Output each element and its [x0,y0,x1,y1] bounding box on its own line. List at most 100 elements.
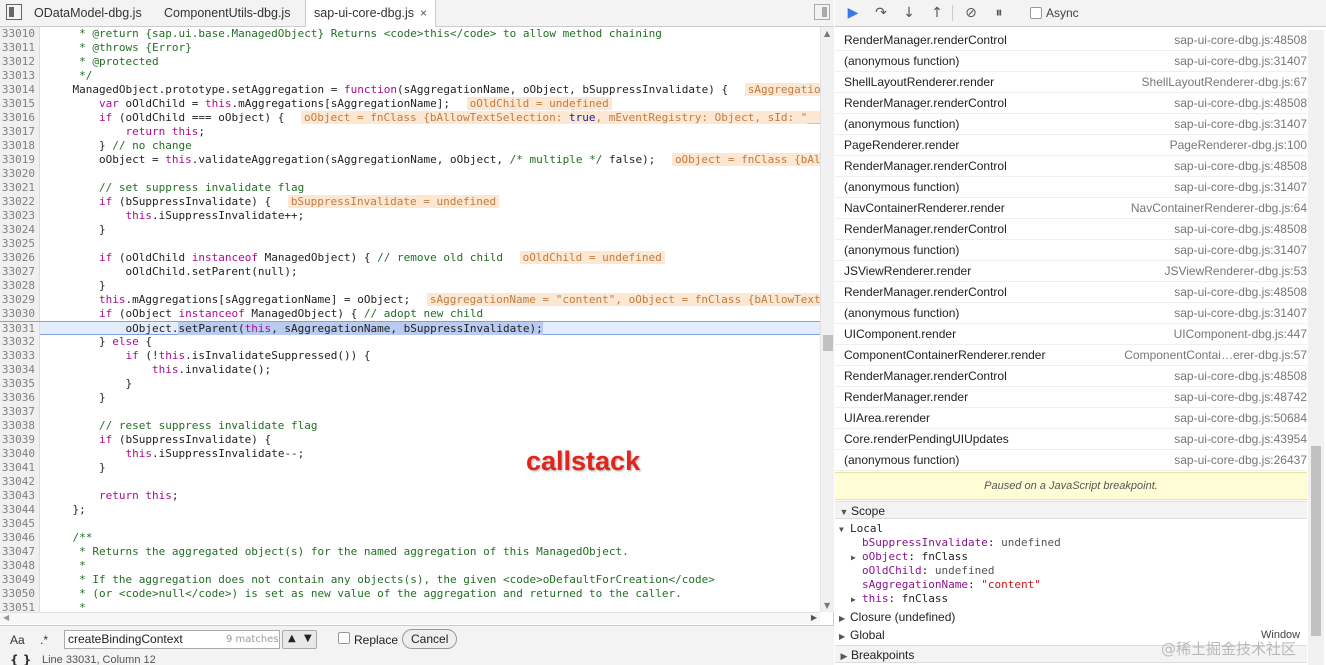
call-frame-location[interactable]: sap-ui-core-dbg.js:48508 [1174,156,1307,177]
code-line[interactable]: 33037 [0,405,820,419]
scroll-up-icon[interactable]: ▲ [824,29,830,38]
scrollbar-thumb[interactable] [1311,446,1321,636]
code-line[interactable]: 33021 // set suppress invalidate flag [0,181,820,195]
call-frame[interactable]: (anonymous function) sap-ui-core-dbg.js:3… [835,114,1307,135]
call-frame-location[interactable]: sap-ui-core-dbg.js:31407 [1174,51,1307,72]
line-number[interactable]: 33026 [0,251,40,265]
code-line[interactable]: 33013 */ [0,69,820,83]
code-editor[interactable]: 33010 * @return {sap.ui.base.ManagedObje… [0,27,820,612]
call-frame[interactable]: RenderManager.renderControl sap-ui-core-d… [835,30,1307,51]
line-number[interactable]: 33015 [0,97,40,111]
line-number[interactable]: 33048 [0,559,40,573]
code-line[interactable]: 33043 return this; [0,489,820,503]
line-number[interactable]: 33043 [0,489,40,503]
code-line[interactable]: 33012 * @protected [0,55,820,69]
line-number[interactable]: 33038 [0,419,40,433]
cancel-button[interactable]: Cancel [402,629,458,649]
code-line[interactable]: 33039 if (bSuppressInvalidate) { [0,433,820,447]
line-number[interactable]: 33036 [0,391,40,405]
code-line[interactable]: 33011 * @throws {Error} [0,41,820,55]
code-line[interactable]: 33034 this.invalidate(); [0,363,820,377]
line-number[interactable]: 33031 [0,322,40,336]
scope-global[interactable]: ▶ Global [839,628,885,642]
call-frame[interactable]: Core.renderPendingUIUpdates sap-ui-core-d… [835,429,1307,450]
line-number[interactable]: 33046 [0,531,40,545]
scope-section-header[interactable]: ▼ Scope [835,501,1307,519]
line-number[interactable]: 33044 [0,503,40,517]
scope-variable[interactable]: sAggregationName: "content" [851,578,1041,592]
call-frame-location[interactable]: sap-ui-core-dbg.js:48508 [1174,282,1307,303]
chevron-down-icon[interactable]: ▼ [304,633,312,644]
call-frame[interactable]: ComponentContainerRenderer.render Compone… [835,345,1307,366]
line-number[interactable]: 33023 [0,209,40,223]
call-frame[interactable]: RenderManager.renderControl sap-ui-core-d… [835,219,1307,240]
code-line[interactable]: 33027 oOldChild.setParent(null); [0,265,820,279]
editor-horizontal-scrollbar[interactable]: ◀ ▶ [0,612,820,624]
call-frame[interactable]: (anonymous function) sap-ui-core-dbg.js:2… [835,450,1307,471]
line-number[interactable]: 33020 [0,167,40,181]
call-frame[interactable]: (anonymous function) sap-ui-core-dbg.js:3… [835,240,1307,261]
scope-variable[interactable]: ▶ oObject: fnClass [851,550,968,564]
line-number[interactable]: 33027 [0,265,40,279]
code-line[interactable]: 33026 if (oOldChild instanceof ManagedOb… [0,251,820,265]
match-case-toggle[interactable]: Aa [10,633,25,647]
line-number[interactable]: 33021 [0,181,40,195]
scroll-down-icon[interactable]: ▼ [824,601,830,610]
call-frame[interactable]: RenderManager.render sap-ui-core-dbg.js:4… [835,387,1307,408]
line-number[interactable]: 33049 [0,573,40,587]
step-out-icon[interactable]: ↑ [927,3,947,23]
call-frame[interactable]: PageRenderer.render PageRenderer-dbg.js:1… [835,135,1307,156]
call-frame[interactable]: (anonymous function) sap-ui-core-dbg.js:3… [835,51,1307,72]
code-line[interactable]: 33045 [0,517,820,531]
code-line[interactable]: 33035 } [0,377,820,391]
line-number[interactable]: 33013 [0,69,40,83]
code-line[interactable]: 33032 } else { [0,335,820,349]
file-tab-sap-ui-core[interactable]: sap-ui-core-dbg.js × [305,0,437,28]
call-frame[interactable]: JSViewRenderer.render JSViewRenderer-dbg.… [835,261,1307,282]
line-number[interactable]: 33010 [0,27,40,41]
line-number[interactable]: 33034 [0,363,40,377]
call-frame[interactable]: UIComponent.render UIComponent-dbg.js:447 [835,324,1307,345]
call-frame-location[interactable]: sap-ui-core-dbg.js:31407 [1174,303,1307,324]
line-number[interactable]: 33050 [0,587,40,601]
step-into-icon[interactable]: ↓ [899,3,919,23]
code-line[interactable]: 33015 var oOldChild = this.mAggregations… [0,97,820,111]
code-line[interactable]: 33048 * [0,559,820,573]
line-number[interactable]: 33047 [0,545,40,559]
line-number[interactable]: 33025 [0,237,40,251]
call-frame[interactable]: UIArea.rerender sap-ui-core-dbg.js:50684 [835,408,1307,429]
call-frame[interactable]: NavContainerRenderer.render NavContainerR… [835,198,1307,219]
code-line[interactable]: 33020 [0,167,820,181]
line-number[interactable]: 33028 [0,279,40,293]
line-number[interactable]: 33017 [0,125,40,139]
code-line[interactable]: 33033 if (!this.isInvalidateSuppressed()… [0,349,820,363]
code-line[interactable]: 33038 // reset suppress invalidate flag [0,419,820,433]
call-frame-location[interactable]: JSViewRenderer-dbg.js:53 [1164,261,1307,282]
call-frame-location[interactable]: sap-ui-core-dbg.js:48742 [1174,387,1307,408]
sidebar-toggle-icon[interactable] [814,4,830,20]
line-number[interactable]: 33035 [0,377,40,391]
resume-icon[interactable]: ▶ [843,3,863,23]
line-number[interactable]: 33029 [0,293,40,307]
line-number[interactable]: 33032 [0,335,40,349]
code-line[interactable]: 33014 ManagedObject.prototype.setAggrega… [0,83,820,97]
line-number[interactable]: 33011 [0,41,40,55]
code-line[interactable]: 33017 return this; [0,125,820,139]
regex-toggle[interactable]: .* [40,633,48,647]
code-line[interactable]: 33025 [0,237,820,251]
scope-local[interactable]: ▼ Local [839,522,883,536]
code-line[interactable]: 33051 * [0,601,820,612]
line-number[interactable]: 33042 [0,475,40,489]
code-line[interactable]: 33050 * (or <code>null</code>) is set as… [0,587,820,601]
code-line[interactable]: 33046 /** [0,531,820,545]
chevron-up-icon[interactable]: ▲ [288,633,296,644]
code-line-current[interactable]: 33031 oObject.setParent(this, sAggregati… [0,321,820,336]
scope-variable[interactable]: bSuppressInvalidate: undefined [851,536,1061,550]
code-line[interactable]: 33018 } // no change [0,139,820,153]
line-number[interactable]: 33030 [0,307,40,321]
code-line[interactable]: 33041 } [0,461,820,475]
call-frame-location[interactable]: ComponentContai…erer-dbg.js:57 [1124,345,1307,366]
line-number[interactable]: 33039 [0,433,40,447]
call-frame-location[interactable]: sap-ui-core-dbg.js:31407 [1174,114,1307,135]
line-number[interactable]: 33024 [0,223,40,237]
